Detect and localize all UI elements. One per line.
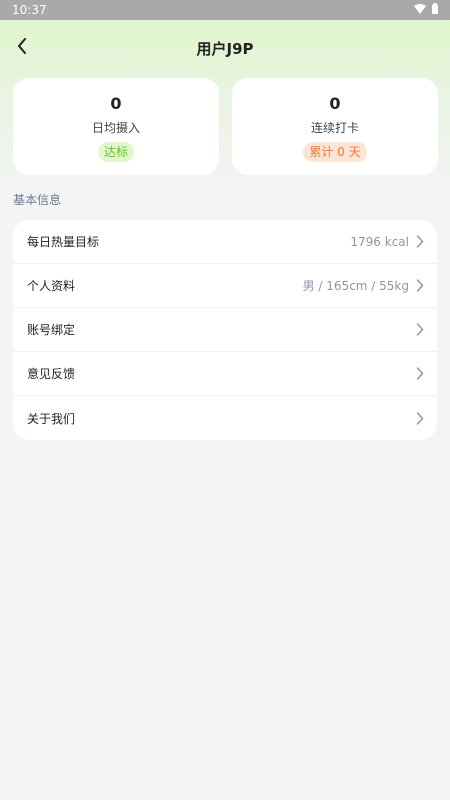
status-icons bbox=[414, 3, 438, 17]
list-item-profile[interactable]: 个人资料 男 / 165cm / 55kg bbox=[13, 264, 437, 308]
chevron-right-icon bbox=[415, 367, 425, 381]
streak-value: 0 bbox=[329, 94, 341, 113]
status-bar: 10:37 bbox=[0, 0, 450, 20]
list-item-calorie-goal[interactable]: 每日热量目标 1796 kcal bbox=[13, 220, 437, 264]
chevron-right-icon bbox=[415, 411, 425, 425]
app-bar: 用户J9P bbox=[0, 26, 450, 70]
back-button[interactable] bbox=[8, 34, 36, 62]
chevron-right-icon bbox=[415, 279, 425, 293]
section-title: 基本信息 bbox=[13, 193, 62, 207]
list-item-label: 关于我们 bbox=[27, 411, 76, 426]
list-item-label: 账号绑定 bbox=[27, 323, 76, 337]
daily-intake-card[interactable]: 0 日均摄入 达标 bbox=[13, 78, 219, 175]
daily-intake-label: 日均摄入 bbox=[91, 121, 140, 135]
battery-icon bbox=[432, 3, 438, 17]
chevron-right-icon bbox=[415, 323, 425, 337]
chevron-right-icon bbox=[415, 235, 425, 249]
list-item-value: 男 / 165cm / 55kg bbox=[302, 279, 409, 293]
list-item-label: 意见反馈 bbox=[27, 367, 76, 381]
page-title: 用户J9P bbox=[196, 39, 254, 58]
list-item-about-us[interactable]: 关于我们 bbox=[13, 396, 437, 440]
status-badge: 达标 bbox=[97, 142, 134, 162]
status-time: 10:37 bbox=[12, 3, 47, 17]
settings-list: 每日热量目标 1796 kcal 个人资料 男 / 165cm / 55kg 账… bbox=[13, 220, 437, 440]
daily-intake-value: 0 bbox=[110, 94, 122, 113]
wifi-icon bbox=[414, 3, 426, 17]
list-item-label: 每日热量目标 bbox=[27, 235, 100, 249]
back-arrow-icon bbox=[17, 38, 27, 58]
list-item-account-binding[interactable]: 账号绑定 bbox=[13, 308, 437, 352]
streak-card[interactable]: 0 连续打卡 累计 0 天 bbox=[232, 78, 438, 175]
streak-label: 连续打卡 bbox=[310, 121, 359, 135]
list-item-label: 个人资料 bbox=[27, 279, 76, 293]
cumulative-days-badge: 累计 0 天 bbox=[303, 142, 367, 162]
list-item-value: 1796 kcal bbox=[350, 234, 409, 249]
list-item-feedback[interactable]: 意见反馈 bbox=[13, 352, 437, 396]
